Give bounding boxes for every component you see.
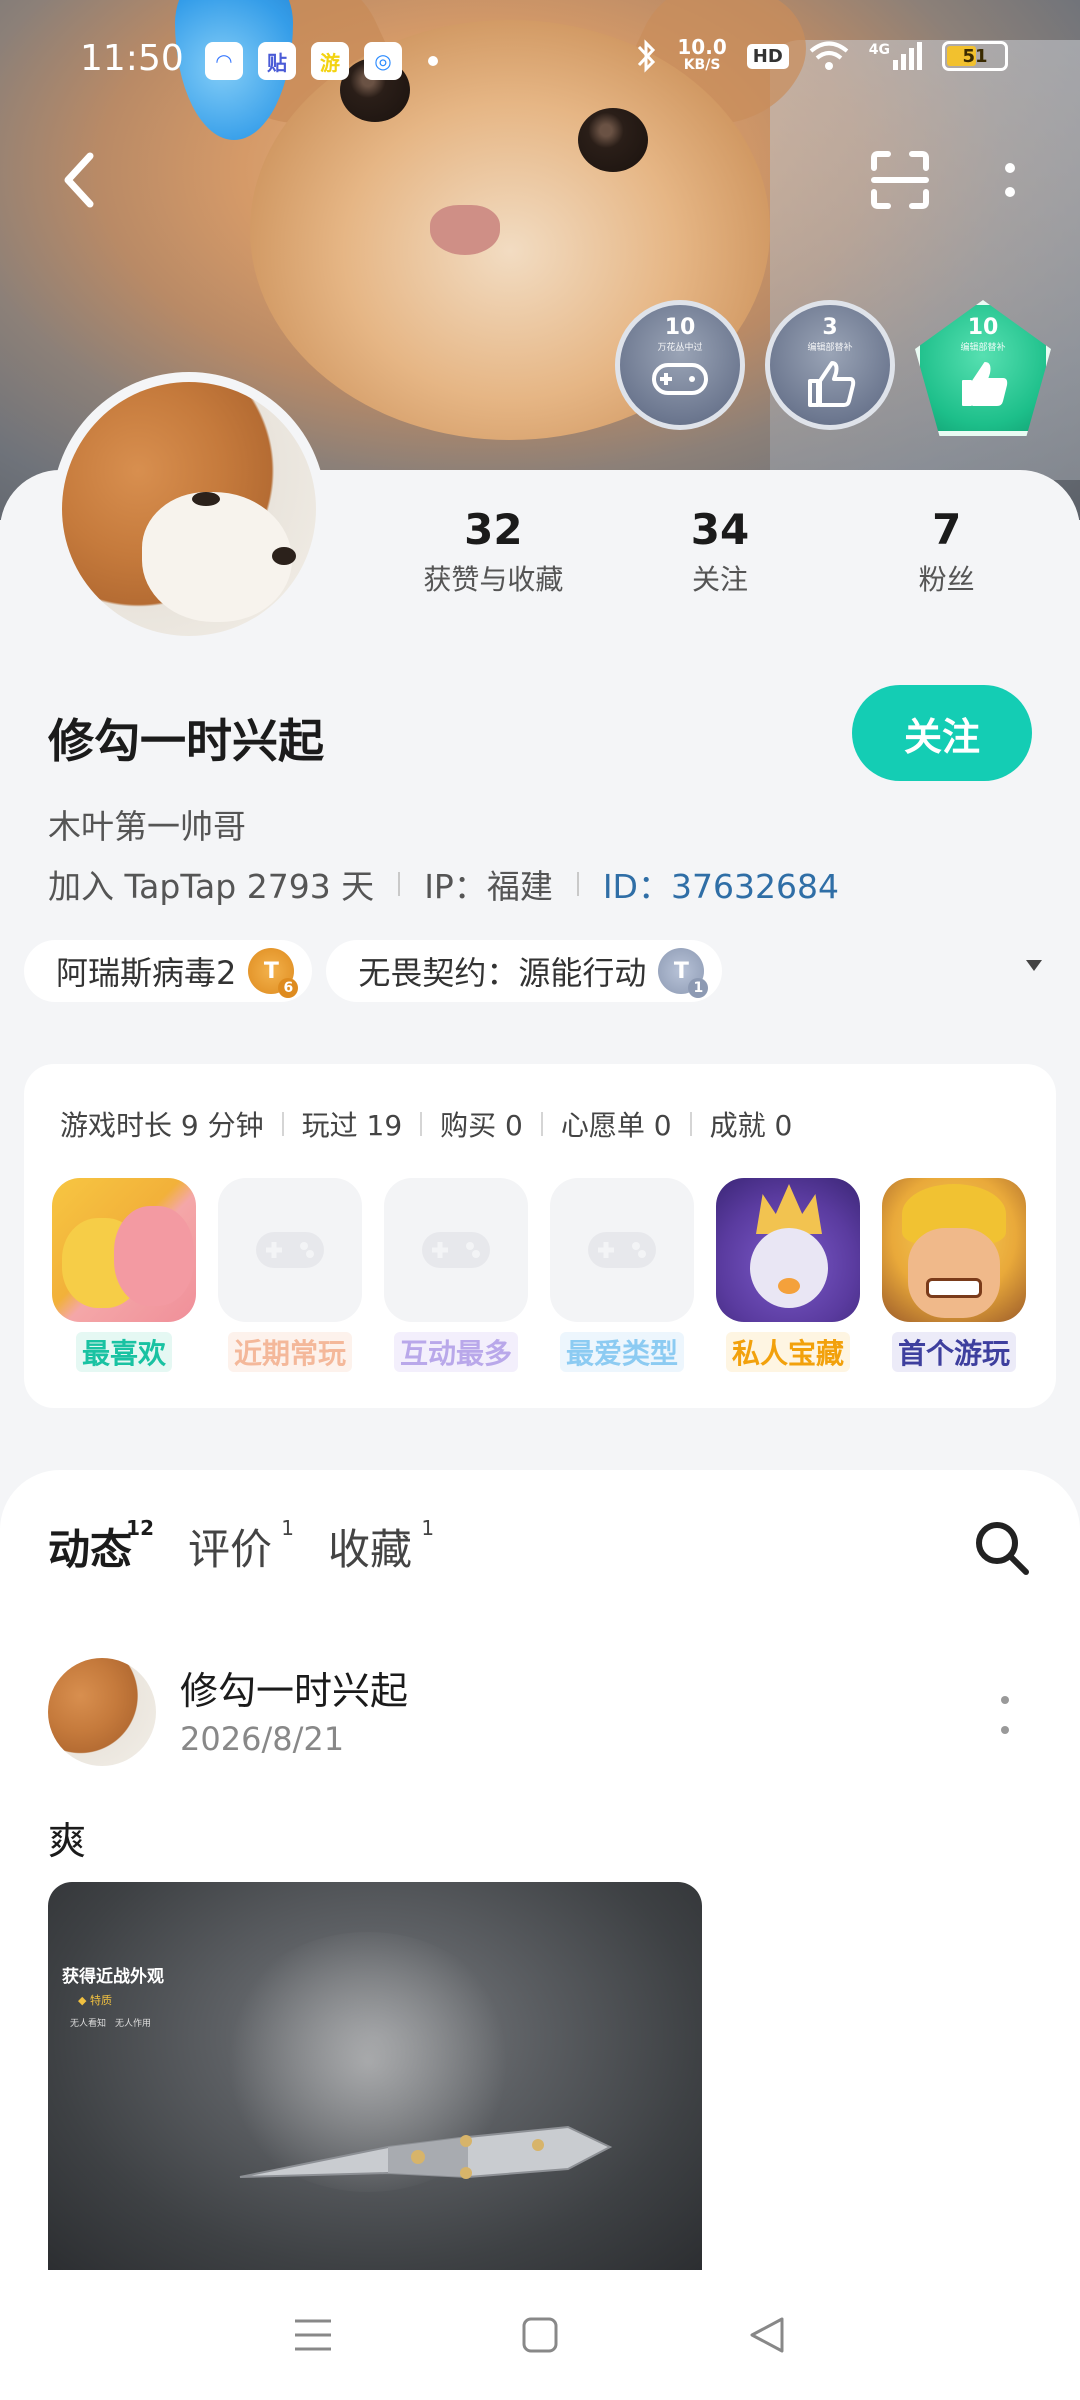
badge-editor-gold[interactable]: 10 编辑部替补 xyxy=(915,300,1051,436)
playtime-stat[interactable]: 游戏时长 9 分钟 xyxy=(60,1104,264,1144)
joined-days: 加入 TapTap 2793 天 xyxy=(48,867,375,906)
stat-likes[interactable]: 32 获赞与收藏 xyxy=(380,505,607,598)
badge-gamer[interactable]: 10 万花丛中过 xyxy=(615,300,745,430)
user-id[interactable]: ID：37632684 xyxy=(603,860,839,908)
username: 修勾一时兴起 xyxy=(48,714,324,768)
more-vertical-icon xyxy=(1005,163,1015,197)
tab-reviews[interactable]: 评价 1 xyxy=(188,1516,294,1577)
back-triangle-icon xyxy=(750,2317,784,2353)
hd-badge: HD xyxy=(746,43,789,69)
avatar[interactable] xyxy=(52,372,326,646)
status-time: 11:50 xyxy=(80,38,184,79)
tab-activity[interactable]: 动态 12 xyxy=(48,1516,154,1583)
game-highlights: 最喜欢 近期常玩 互动最多 最爱类型 私人宝藏 首个游玩 xyxy=(52,1178,1026,1372)
more-notifications-dot xyxy=(428,56,438,66)
tab-collections[interactable]: 收藏 1 xyxy=(328,1516,434,1577)
thumbs-up-icon xyxy=(962,362,1008,406)
active-tab-indicator xyxy=(48,1573,144,1583)
gamepad-placeholder-icon xyxy=(218,1178,362,1322)
highlight-first-played[interactable]: 首个游玩 xyxy=(882,1178,1026,1372)
divider xyxy=(576,872,579,896)
tieba-icon: 贴 xyxy=(258,42,296,80)
cell-signal-icon: 4G xyxy=(869,42,922,70)
scan-button[interactable] xyxy=(860,140,940,220)
game-icon xyxy=(52,1178,196,1322)
stat-followers[interactable]: 7 粉丝 xyxy=(833,505,1060,598)
post-author[interactable]: 修勾一时兴起 xyxy=(180,1660,408,1715)
feed-tabs: 动态 12 评价 1 收藏 1 xyxy=(48,1516,434,1583)
profile-meta: 加入 TapTap 2793 天 IP：福建 ID：37632684 xyxy=(48,860,839,908)
back-button[interactable] xyxy=(40,140,120,220)
highlight-genre[interactable]: 最爱类型 xyxy=(550,1178,694,1372)
menu-icon xyxy=(295,2319,332,2351)
gamepad-placeholder-icon xyxy=(384,1178,528,1322)
top-nav xyxy=(0,140,1080,220)
highlight-treasure[interactable]: 私人宝藏 xyxy=(716,1178,860,1372)
post-date: 2026/8/21 xyxy=(180,1720,345,1758)
post-text: 爽 xyxy=(48,1819,87,1863)
image-overlay-sub: ◆ 特质 xyxy=(78,1994,112,2007)
game-level-icon: T6 xyxy=(248,948,299,998)
game-tag[interactable]: 无畏契约：源能行动 T1 xyxy=(326,940,723,1002)
post-author-avatar[interactable] xyxy=(48,1658,156,1766)
highlight-interactive[interactable]: 互动最多 xyxy=(384,1178,528,1372)
badge-editor[interactable]: 3 编辑部替补 xyxy=(765,300,895,430)
game-tags: 阿瑞斯病毒2 T6 无畏契约：源能行动 T1 xyxy=(24,940,1064,1002)
back-nav-button[interactable] xyxy=(727,2295,807,2375)
bio: 木叶第一帅哥 xyxy=(48,807,246,846)
qq-icon: ◎ xyxy=(364,42,402,80)
played-stat[interactable]: 玩过 19 xyxy=(302,1104,403,1144)
battery-icon: 51 xyxy=(942,41,1008,71)
wishlist-stat[interactable]: 心愿单 0 xyxy=(561,1104,672,1144)
expand-tags-icon[interactable] xyxy=(1026,960,1042,971)
home-button[interactable] xyxy=(500,2295,580,2375)
knife-image xyxy=(239,2125,613,2179)
stat-following[interactable]: 34 关注 xyxy=(607,505,834,598)
highlight-recent[interactable]: 近期常玩 xyxy=(218,1178,362,1372)
net-speed: 10.0 KB/S xyxy=(677,35,727,73)
purchased-stat[interactable]: 购买 0 xyxy=(440,1104,523,1144)
more-options-button[interactable] xyxy=(975,140,1045,220)
scan-icon xyxy=(871,151,929,209)
achievements-stat[interactable]: 成就 0 xyxy=(710,1104,793,1144)
achievement-badges: 10 万花丛中过 3 编辑部替补 10 编辑部替补 xyxy=(615,300,1051,436)
game-icon xyxy=(882,1178,1026,1322)
game-summary-card: 游戏时长 9 分钟 玩过 19 购买 0 心愿单 0 成就 0 最喜欢 近期常玩… xyxy=(24,1064,1056,1408)
game-app-icon: 游 xyxy=(311,42,349,80)
profile-stats: 32 获赞与收藏 34 关注 7 粉丝 xyxy=(380,505,1060,598)
search-icon[interactable] xyxy=(970,1516,1034,1580)
qq-browser-icon: ◠ xyxy=(205,42,243,80)
home-square-icon xyxy=(522,2317,558,2353)
chevron-left-icon xyxy=(64,152,94,208)
wifi-icon xyxy=(809,41,849,70)
menu-button[interactable] xyxy=(273,2295,353,2375)
thumbs-up-icon xyxy=(808,361,856,407)
divider xyxy=(398,872,401,896)
ip-location: IP：福建 xyxy=(424,867,553,906)
system-nav-bar xyxy=(0,2270,1080,2400)
game-icon xyxy=(716,1178,860,1322)
image-overlay-sub2: 无人看知 无人作用 xyxy=(70,2019,152,2029)
feed-section: 动态 12 评价 1 收藏 1 修勾一时兴起 2026/8/21 爽 获得近战外观 ◆… xyxy=(0,1470,1080,2270)
gamepad-icon xyxy=(652,363,708,395)
image-overlay-title: 获得近战外观 xyxy=(62,1967,164,1987)
post-image[interactable]: 获得近战外观 ◆ 特质 无人看知 无人作用 xyxy=(48,1882,702,2270)
gamepad-placeholder-icon xyxy=(550,1178,694,1322)
game-stats: 游戏时长 9 分钟 玩过 19 购买 0 心愿单 0 成就 0 xyxy=(60,1104,792,1144)
avatar-image xyxy=(62,382,316,636)
game-tag[interactable]: 阿瑞斯病毒2 T6 xyxy=(24,940,313,1002)
game-level-icon: T1 xyxy=(658,948,709,998)
bluetooth-icon xyxy=(638,39,656,73)
highlight-favorite[interactable]: 最喜欢 xyxy=(52,1178,196,1372)
post-more-icon[interactable] xyxy=(990,1690,1020,1740)
follow-button[interactable]: 关注 xyxy=(852,685,1032,781)
status-bar: 11:50 ◠ 贴 游 ◎ 10.0 KB/S HD 4G 51 xyxy=(0,28,1080,98)
